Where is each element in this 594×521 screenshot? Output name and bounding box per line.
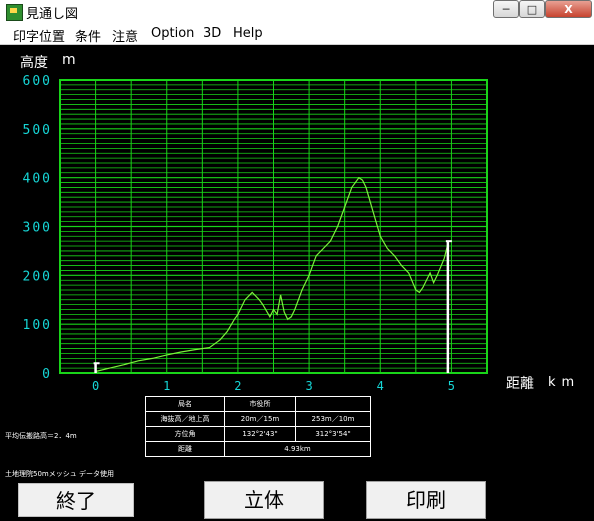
x-tick-label: 1	[163, 379, 170, 393]
average-height-note: 平均伝搬路高＝2．4m	[5, 432, 77, 440]
table-cell: 局名	[145, 396, 225, 412]
y-tick-label: 500	[23, 123, 52, 138]
table-cell: 253m／10m	[295, 411, 371, 427]
table-row: 局名 市役所	[145, 396, 371, 412]
table-row: 方位角 132°2'43" 312°3'54"	[145, 426, 371, 442]
table-cell: 132°2'43"	[224, 426, 296, 442]
menu-bar: 印字位置 条件 注意 Option 3D Help	[0, 22, 594, 45]
table-row: 距離 4.93km	[145, 441, 371, 457]
table-cell: 海抜高／地上高	[145, 411, 225, 427]
close-button[interactable]: X	[545, 0, 592, 18]
menu-caution[interactable]: 注意	[112, 26, 138, 45]
x-tick-label: 5	[448, 379, 455, 393]
menu-print-position[interactable]: 印字位置	[13, 26, 65, 45]
x-tick-label: 2	[234, 379, 241, 393]
table-cell	[295, 396, 371, 412]
y-axis-unit: m	[62, 52, 76, 68]
x-tick-label: 0	[92, 379, 99, 393]
title-bar: 見通し図 ─ □ X	[0, 0, 594, 22]
menu-help[interactable]: Help	[233, 26, 263, 41]
y-tick-label: 200	[23, 269, 52, 284]
table-cell: 距離	[145, 441, 225, 457]
x-axis-unit: km	[548, 375, 581, 390]
menu-option[interactable]: Option	[151, 26, 194, 41]
profile-chart: 0 100 200 300 400 500 600 0 1 2 3 4 5	[23, 74, 488, 393]
menu-3d[interactable]: 3D	[203, 26, 221, 41]
print-button[interactable]: 印刷	[366, 481, 486, 519]
station-info-table: 局名 市役所 海抜高／地上高 20m／15m 253m／10m 方位角 132°…	[145, 396, 371, 457]
maximize-button[interactable]: □	[519, 0, 545, 18]
minimize-button[interactable]: ─	[493, 0, 519, 18]
y-tick-label: 300	[23, 221, 52, 236]
x-tick-label: 3	[305, 379, 312, 393]
table-cell: 方位角	[145, 426, 225, 442]
y-tick-label: 600	[23, 74, 52, 89]
table-cell: 312°3'54"	[295, 426, 371, 442]
menu-conditions[interactable]: 条件	[75, 26, 101, 45]
y-tick-label: 0	[42, 367, 52, 382]
quit-button[interactable]: 終了	[16, 481, 136, 519]
table-row: 海抜高／地上高 20m／15m 253m／10m	[145, 411, 371, 427]
app-icon	[6, 4, 23, 21]
three-d-button[interactable]: 立体	[204, 481, 324, 519]
window-title: 見通し図	[26, 7, 79, 22]
x-axis-title: 距離	[506, 376, 534, 392]
chart-area: 0 100 200 300 400 500 600 0 1 2 3 4 5	[0, 45, 594, 435]
y-axis-title: 高度	[20, 55, 48, 71]
table-cell: 市役所	[224, 396, 296, 412]
y-tick-label: 100	[23, 318, 52, 333]
table-cell: 4.93km	[224, 441, 371, 457]
x-tick-label: 4	[377, 379, 384, 393]
table-cell: 20m／15m	[224, 411, 296, 427]
y-tick-label: 400	[23, 172, 52, 187]
